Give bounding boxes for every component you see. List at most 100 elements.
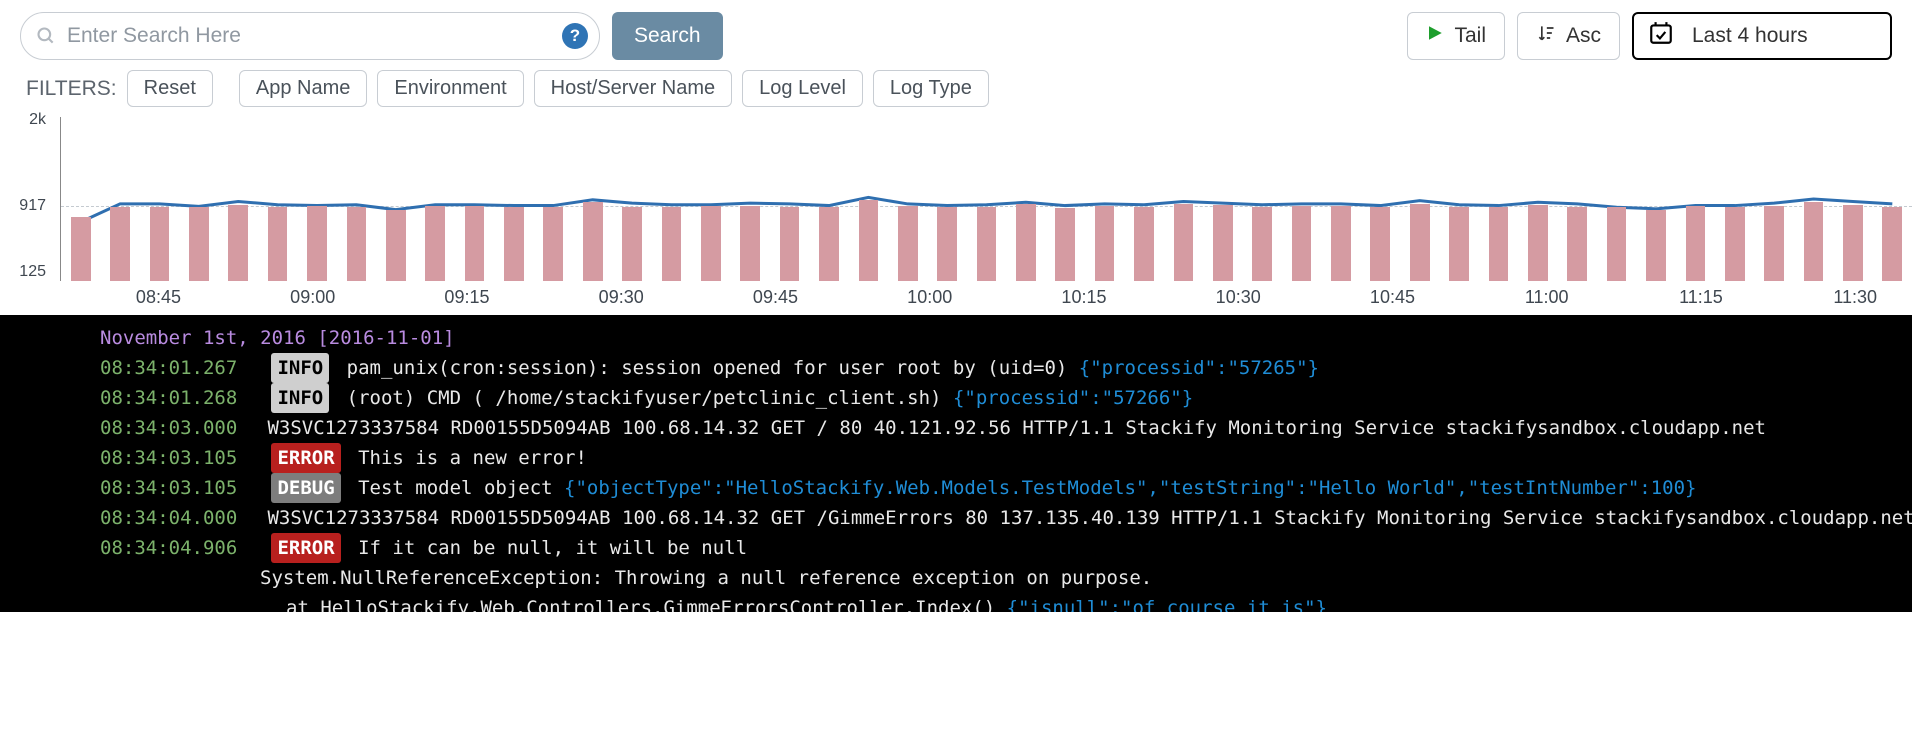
bar xyxy=(268,207,288,281)
tail-label: Tail xyxy=(1454,24,1486,48)
sort-button[interactable]: Asc xyxy=(1517,12,1620,60)
log-date-header: November 1st, 2016 [2016-11-01] xyxy=(100,323,1912,353)
xtick: 09:00 xyxy=(290,287,335,308)
xtick: 10:30 xyxy=(1216,287,1261,308)
bar xyxy=(1055,208,1075,281)
bar xyxy=(1528,205,1548,281)
level-badge: ERROR xyxy=(271,533,340,563)
level-badge: DEBUG xyxy=(271,473,340,503)
json-fragment: {"processid":"57265"} xyxy=(1079,357,1319,379)
bar xyxy=(1607,207,1627,281)
bar xyxy=(1292,206,1312,281)
ytick-917: 917 xyxy=(0,197,46,215)
bar xyxy=(1213,205,1233,281)
level-badge: INFO xyxy=(271,383,329,413)
bar xyxy=(780,207,800,281)
log-row[interactable]: 08:34:03.105 ERROR This is a new error! xyxy=(100,443,1912,473)
bar xyxy=(1370,207,1390,281)
bar xyxy=(189,207,209,281)
timestamp: 08:34:03.105 xyxy=(100,473,256,503)
bar xyxy=(1331,206,1351,281)
xtick: 10:45 xyxy=(1370,287,1415,308)
log-message: If it can be null, it will be null xyxy=(358,537,747,559)
filter-environment[interactable]: Environment xyxy=(377,70,523,107)
level-badge: ERROR xyxy=(271,443,340,473)
log-row[interactable]: 08:34:04.906 ERROR If it can be null, it… xyxy=(100,533,1912,563)
log-row[interactable]: 08:34:01.268 INFO (root) CMD ( /home/sta… xyxy=(100,383,1912,413)
bar xyxy=(307,206,327,281)
ytick-2k: 2k xyxy=(0,111,46,129)
bar xyxy=(859,200,879,281)
timestamp: 08:34:01.268 xyxy=(100,383,256,413)
log-message: W3SVC1273337584 RD00155D5094AB 100.68.14… xyxy=(267,507,1912,529)
log-message: W3SVC1273337584 RD00155D5094AB 100.68.14… xyxy=(267,417,1766,439)
bar xyxy=(819,207,839,281)
xtick: 11:00 xyxy=(1525,287,1569,308)
json-fragment: {"isnull":"of course it is"} xyxy=(1007,597,1327,612)
xtick: 10:00 xyxy=(907,287,952,308)
bar xyxy=(1095,206,1115,281)
bar xyxy=(1016,204,1036,281)
bar xyxy=(347,207,367,281)
play-icon xyxy=(1426,24,1444,48)
log-viewer[interactable]: November 1st, 2016 [2016-11-01] 08:34:01… xyxy=(0,315,1912,612)
xtick: 09:30 xyxy=(599,287,644,308)
bar xyxy=(1764,206,1784,281)
bar xyxy=(150,207,170,281)
json-fragment: {"processid":"57266"} xyxy=(953,387,1193,409)
bar xyxy=(662,207,682,281)
bar xyxy=(110,207,130,281)
level-badge: INFO xyxy=(271,353,329,383)
filters-title: FILTERS: xyxy=(26,77,117,101)
timestamp: 08:34:03.105 xyxy=(100,443,256,473)
reset-button[interactable]: Reset xyxy=(127,70,213,107)
filter-host[interactable]: Host/Server Name xyxy=(534,70,733,107)
bar xyxy=(228,205,248,281)
bar xyxy=(622,207,642,281)
log-row[interactable]: 08:34:03.000 W3SVC1273337584 RD00155D509… xyxy=(100,413,1912,443)
bar xyxy=(504,207,524,281)
xtick: 08:45 xyxy=(136,287,181,308)
bar xyxy=(583,202,603,281)
timestamp: 08:34:03.000 xyxy=(100,413,256,443)
bar xyxy=(425,206,445,281)
filter-log-level[interactable]: Log Level xyxy=(742,70,863,107)
log-message: pam_unix(cron:session): session opened f… xyxy=(347,357,1079,379)
bar xyxy=(1410,204,1430,281)
search-input[interactable] xyxy=(20,12,600,60)
bar xyxy=(1882,207,1902,281)
xtick: 11:30 xyxy=(1833,287,1877,308)
filter-app-name[interactable]: App Name xyxy=(239,70,368,107)
log-message: This is a new error! xyxy=(358,447,587,469)
x-axis: 08:4509:0009:1509:3009:4510:0010:1510:30… xyxy=(60,281,1912,315)
bar xyxy=(1686,206,1706,281)
xtick: 09:15 xyxy=(444,287,489,308)
log-row[interactable]: 08:34:01.267 INFO pam_unix(cron:session)… xyxy=(100,353,1912,383)
bar xyxy=(1646,210,1666,281)
bar xyxy=(386,210,406,281)
bar xyxy=(1725,207,1745,281)
top-toolbar: ? Search Tail Asc Last 4 hours xyxy=(0,0,1912,68)
search-button[interactable]: Search xyxy=(612,12,723,60)
calendar-icon xyxy=(1648,20,1674,52)
bar xyxy=(1843,205,1863,281)
bar xyxy=(1804,202,1824,281)
bar xyxy=(937,207,957,281)
plot-area[interactable] xyxy=(60,117,1912,281)
chart[interactable]: 2k 917 125 08:4509:0009:1509:3009:4510:0… xyxy=(0,115,1912,315)
log-message: Test model object xyxy=(358,477,564,499)
time-range-label: Last 4 hours xyxy=(1692,24,1808,48)
log-row[interactable]: 08:34:03.105 DEBUG Test model object {"o… xyxy=(100,473,1912,503)
log-row[interactable]: 08:34:04.000 W3SVC1273337584 RD00155D509… xyxy=(100,503,1912,533)
log-message: (root) CMD ( /home/stackifyuser/petclini… xyxy=(347,387,953,409)
filter-log-type[interactable]: Log Type xyxy=(873,70,989,107)
time-range-button[interactable]: Last 4 hours xyxy=(1632,12,1892,60)
sort-label: Asc xyxy=(1566,24,1601,48)
tail-button[interactable]: Tail xyxy=(1407,12,1505,60)
bar xyxy=(71,217,91,281)
help-icon[interactable]: ? xyxy=(562,23,588,49)
bar xyxy=(1449,207,1469,281)
bar xyxy=(465,206,485,281)
json-fragment: {"objectType":"HelloStackify.Web.Models.… xyxy=(564,477,1696,499)
filters-row: FILTERS: Reset App Name Environment Host… xyxy=(0,68,1912,115)
